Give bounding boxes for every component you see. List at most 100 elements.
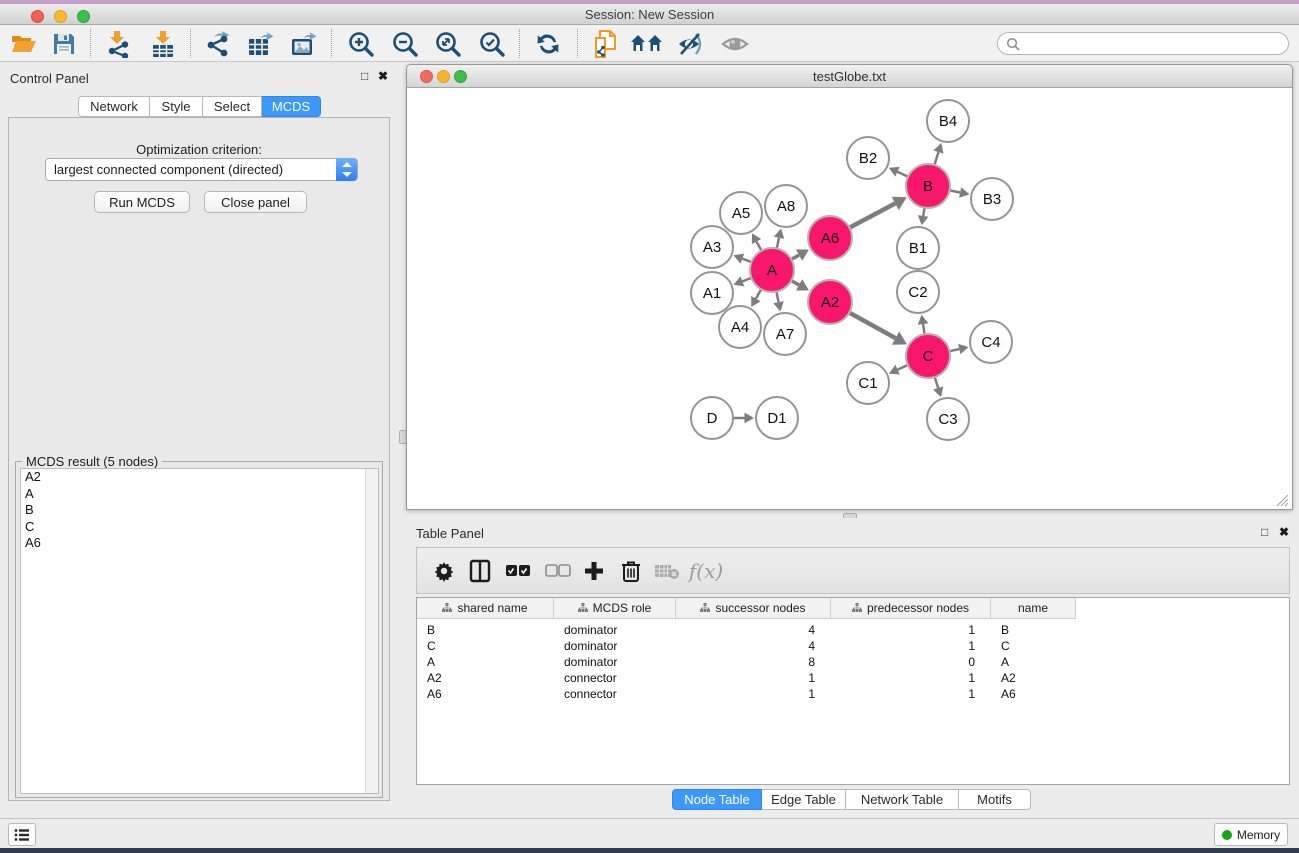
table-cell[interactable]: dominator: [564, 622, 676, 638]
table-cell[interactable]: A: [427, 654, 554, 670]
table-cell[interactable]: 1: [831, 686, 975, 702]
column-header-predecessor-nodes[interactable]: predecessor nodes: [831, 598, 991, 619]
network-view-window: testGlobe.txt AA1A2A3A4A5A6A7A8BB1B2B3B4…: [406, 64, 1293, 510]
node-label-C3: C3: [938, 411, 957, 428]
table-panel-tabs: Node TableEdge TableNetwork TableMotifs: [672, 789, 1031, 811]
column-header-shared-name[interactable]: shared name: [417, 598, 554, 619]
arrowhead-icon: [774, 228, 784, 238]
import-network-button[interactable]: [100, 28, 138, 59]
network-canvas[interactable]: AA1A2A3A4A5A6A7A8BB1B2B3B4CC1C2C3C4DD1: [408, 89, 1291, 509]
table-cell[interactable]: A2: [1001, 670, 1076, 686]
add-column-button[interactable]: [577, 554, 611, 588]
show-panel-button[interactable]: [716, 28, 754, 59]
result-item[interactable]: A2: [21, 469, 378, 486]
table-cell[interactable]: connector: [564, 686, 676, 702]
show-columns-button[interactable]: [463, 554, 497, 588]
hide-panel-button[interactable]: [672, 28, 710, 59]
app-title: Session: New Session: [0, 7, 1299, 22]
table-cell[interactable]: connector: [564, 670, 676, 686]
copy-style-button[interactable]: [587, 28, 625, 59]
import-table-button[interactable]: [144, 28, 182, 59]
select-all-button[interactable]: [501, 554, 535, 588]
table-cell[interactable]: B: [1001, 622, 1076, 638]
column-header-MCDS-role[interactable]: MCDS role: [554, 598, 676, 619]
arrowhead-icon: [958, 344, 968, 354]
close-panel-button[interactable]: Close panel: [204, 191, 307, 213]
table-cell[interactable]: 1: [676, 686, 815, 702]
result-item[interactable]: A6: [21, 535, 378, 552]
table-cell[interactable]: 8: [676, 654, 815, 670]
refresh-button[interactable]: [529, 28, 567, 59]
float-table-panel-icon[interactable]: □: [1261, 525, 1268, 539]
tab-node-table[interactable]: Node Table: [672, 789, 762, 810]
table-cell[interactable]: A6: [1001, 686, 1076, 702]
table-settings-button[interactable]: [427, 554, 461, 588]
table-cell[interactable]: A2: [427, 670, 554, 686]
table-cell[interactable]: A6: [427, 686, 554, 702]
tab-network-table[interactable]: Network Table: [846, 789, 959, 810]
table-cell[interactable]: 1: [831, 638, 975, 654]
tab-mcds[interactable]: MCDS: [262, 96, 321, 117]
table-cell[interactable]: 4: [676, 638, 815, 654]
column-header-name[interactable]: name: [991, 598, 1076, 619]
zoom-selected-icon: [478, 30, 506, 58]
gear-icon: [433, 560, 455, 582]
close-table-panel-icon[interactable]: ✖: [1279, 525, 1289, 539]
node-table[interactable]: shared nameMCDS rolesuccessor nodesprede…: [416, 597, 1290, 785]
table-cell[interactable]: dominator: [564, 654, 676, 670]
result-item[interactable]: A: [21, 486, 378, 503]
table-cell[interactable]: B: [427, 622, 554, 638]
network-window-titlebar[interactable]: testGlobe.txt: [407, 65, 1292, 88]
result-list-scrollbar[interactable]: [365, 469, 378, 793]
toolbar-separator: [577, 29, 578, 58]
deselect-all-button[interactable]: [541, 554, 575, 588]
tab-edge-table[interactable]: Edge Table: [762, 789, 846, 810]
import-network-icon: [106, 30, 132, 58]
memory-button[interactable]: Memory: [1214, 823, 1288, 846]
tab-network[interactable]: Network: [78, 96, 150, 117]
network-graph[interactable]: AA1A2A3A4A5A6A7A8BB1B2B3B4CC1C2C3C4DD1: [408, 89, 1291, 509]
tab-select[interactable]: Select: [203, 96, 262, 117]
table-cell[interactable]: 1: [831, 670, 975, 686]
export-image-icon: [290, 30, 318, 58]
zoom-out-button[interactable]: [386, 28, 424, 59]
save-session-button[interactable]: [45, 28, 83, 59]
table-cell[interactable]: C: [427, 638, 554, 654]
mcds-tab-content: Optimization criterion: largest connecte…: [8, 117, 390, 801]
search-input[interactable]: [997, 32, 1289, 55]
arrowhead-icon: [918, 215, 929, 225]
zoom-selected-button[interactable]: [473, 28, 511, 59]
column-header-successor-nodes[interactable]: successor nodes: [676, 598, 831, 619]
run-mcds-button[interactable]: Run MCDS: [94, 191, 190, 213]
table-cell[interactable]: dominator: [564, 638, 676, 654]
hierarchy-icon: [700, 603, 710, 613]
tab-style[interactable]: Style: [150, 96, 203, 117]
export-image-button[interactable]: [285, 28, 323, 59]
zoom-in-button[interactable]: [342, 28, 380, 59]
optimization-criterion-dropdown[interactable]: largest connected component (directed): [45, 158, 358, 181]
table-cell[interactable]: C: [1001, 638, 1076, 654]
float-panel-icon[interactable]: □: [361, 69, 368, 83]
result-item[interactable]: C: [21, 519, 378, 536]
open-file-button[interactable]: [4, 28, 42, 59]
mcds-result-list[interactable]: A2ABCA6: [20, 468, 379, 794]
zoom-fit-button[interactable]: [429, 28, 467, 59]
memory-status-icon: [1222, 830, 1232, 840]
resize-grip-icon[interactable]: [1276, 494, 1289, 507]
tab-motifs[interactable]: Motifs: [959, 789, 1031, 810]
delete-column-button[interactable]: [614, 554, 648, 588]
close-panel-icon[interactable]: ✖: [378, 69, 388, 83]
export-table-button[interactable]: [242, 28, 280, 59]
export-network-button[interactable]: [199, 28, 237, 59]
table-cell[interactable]: 0: [831, 654, 975, 670]
table-cell[interactable]: 4: [676, 622, 815, 638]
table-cell[interactable]: 1: [831, 622, 975, 638]
list-icon: [14, 828, 30, 842]
optimization-criterion-label: Optimization criterion:: [9, 142, 389, 157]
table-cell[interactable]: 1: [676, 670, 815, 686]
node-label-B3: B3: [983, 191, 1001, 208]
result-item[interactable]: B: [21, 502, 378, 519]
first-neighbors-button[interactable]: [628, 28, 666, 59]
table-cell[interactable]: A: [1001, 654, 1076, 670]
show-panels-button[interactable]: [8, 823, 36, 846]
